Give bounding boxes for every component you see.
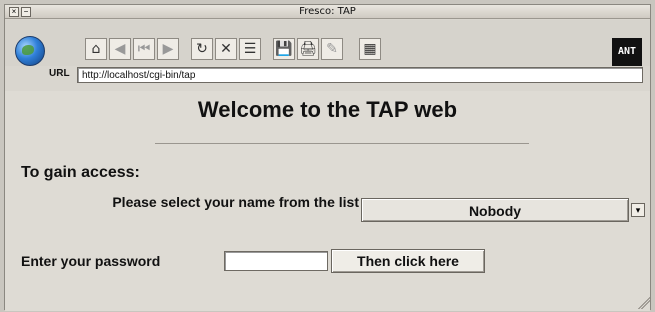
view-icon: ▦ xyxy=(363,41,377,57)
reload-button[interactable]: ↻ xyxy=(191,38,213,60)
name-select-label: Please select your name from the list xyxy=(112,194,359,210)
print-button[interactable]: 🖨 xyxy=(297,38,319,60)
edit-button[interactable]: ✎ xyxy=(321,38,343,60)
forward-icon: ▶ xyxy=(162,41,174,57)
stop-button[interactable]: ✕ xyxy=(215,38,237,60)
password-input[interactable] xyxy=(224,251,328,271)
title-bar: × − Fresco: TAP xyxy=(5,5,650,19)
ant-logo: ANT xyxy=(612,38,642,66)
window-title: Fresco: TAP xyxy=(299,6,356,17)
resize-handle[interactable] xyxy=(638,297,650,309)
rewind-button[interactable]: ⏮ xyxy=(133,38,155,60)
history-icon: ☰ xyxy=(243,41,257,57)
home-button[interactable]: ⌂ xyxy=(85,38,107,60)
stop-icon: ✕ xyxy=(220,41,232,57)
home-icon: ⌂ xyxy=(91,41,101,57)
password-label: Enter your password xyxy=(21,253,161,269)
reload-icon: ↻ xyxy=(196,41,208,57)
toolbar: ⌂ ◀ ⏮ ▶ ↻ ✕ ☰ 💾 🖨 ✎ ▦ ANT xyxy=(5,20,650,66)
rewind-icon: ⏮ xyxy=(137,41,151,57)
submit-button[interactable]: Then click here xyxy=(331,249,485,273)
history-button[interactable]: ☰ xyxy=(239,38,261,60)
dropdown-icon[interactable]: ▾ xyxy=(631,203,645,217)
name-select-value: Nobody xyxy=(468,203,522,219)
page-heading: Welcome to the TAP web xyxy=(197,97,458,122)
page-content: Welcome to the TAP web To gain access: P… xyxy=(5,91,650,311)
print-icon: 🖨 xyxy=(299,41,317,57)
url-label: URL xyxy=(49,68,70,79)
edit-icon: ✎ xyxy=(326,41,338,57)
back-icon: ◀ xyxy=(114,41,126,57)
back-button[interactable]: ◀ xyxy=(109,38,131,60)
url-input[interactable]: http://localhost/cgi-bin/tap xyxy=(77,67,643,83)
save-button[interactable]: 💾 xyxy=(273,38,295,60)
heading-rule xyxy=(155,143,529,144)
save-icon: 💾 xyxy=(275,41,293,57)
globe-icon[interactable] xyxy=(15,36,45,66)
view-button[interactable]: ▦ xyxy=(359,38,381,60)
forward-button[interactable]: ▶ xyxy=(157,38,179,60)
name-select[interactable]: Nobody xyxy=(361,198,629,222)
access-title: To gain access: xyxy=(21,164,140,181)
browser-window: × − Fresco: TAP ⌂ ◀ ⏮ ▶ ↻ ✕ ☰ 💾 🖨 ✎ ▦ AN… xyxy=(4,4,651,311)
